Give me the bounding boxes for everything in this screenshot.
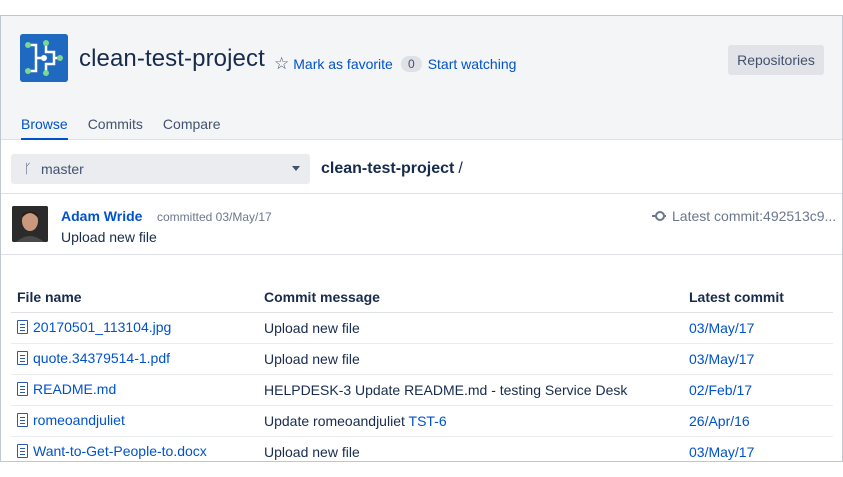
- tab-browse[interactable]: Browse: [21, 116, 68, 140]
- start-watching-label: Start watching: [427, 56, 517, 72]
- commit-date-link[interactable]: 26/Apr/16: [689, 413, 750, 429]
- date-cell: 03/May/17: [683, 343, 833, 375]
- file-cell: README.md: [11, 374, 258, 406]
- date-cell: 26/Apr/16: [683, 405, 833, 437]
- file-name: Want-to-Get-People-to.docx: [33, 442, 207, 459]
- divider: [1, 193, 842, 194]
- avatar[interactable]: [12, 206, 48, 242]
- commit-date: committed 03/May/17: [157, 210, 272, 224]
- commit-message-text: Upload new file: [264, 443, 360, 460]
- message-cell: HELPDESK-3 Update README.md - testing Se…: [258, 374, 683, 406]
- commit-message-text: Upload new file: [264, 319, 360, 336]
- file-icon: [17, 319, 28, 334]
- commit-author[interactable]: Adam Wride: [61, 208, 142, 224]
- tab-commits[interactable]: Commits: [88, 116, 143, 140]
- table-row: quote.34379514-1.pdf Upload new file 03/…: [11, 343, 833, 375]
- file-cell: 20170501_113104.jpg: [11, 312, 258, 344]
- mark-favorite-link[interactable]: ☆ Mark as favorite: [274, 54, 393, 73]
- project-title: clean-test-project: [79, 45, 265, 72]
- file-name: romeoandjuliet: [33, 411, 125, 428]
- commit-date-link[interactable]: 03/May/17: [689, 444, 754, 460]
- commit-date-link[interactable]: 03/May/17: [689, 320, 754, 336]
- repository-panel: clean-test-project ☆ Mark as favorite 0 …: [0, 15, 843, 462]
- file-link[interactable]: Want-to-Get-People-to.docx: [17, 443, 207, 459]
- branch-icon: ᚴ: [24, 161, 32, 176]
- start-watching-link[interactable]: 0 Start watching: [401, 56, 516, 72]
- commit-message: Upload new file: [61, 229, 157, 245]
- file-link[interactable]: quote.34379514-1.pdf: [17, 350, 170, 366]
- breadcrumb: clean-test-project /: [321, 160, 463, 178]
- chevron-down-icon: [292, 166, 300, 171]
- issue-link[interactable]: TST-6: [409, 413, 447, 429]
- repo-tabs: Browse Commits Compare: [21, 116, 241, 140]
- watch-count-badge: 0: [401, 56, 422, 72]
- circuit-logo-icon: [20, 34, 68, 82]
- mark-favorite-label: Mark as favorite: [293, 56, 393, 72]
- tab-compare[interactable]: Compare: [163, 116, 221, 140]
- file-name: README.md: [33, 380, 117, 397]
- breadcrumb-repo[interactable]: clean-test-project: [321, 160, 454, 177]
- commit-message-text: Upload new file: [264, 350, 360, 367]
- table-row: romeoandjuliet Update romeoandjuliet TST…: [11, 405, 833, 437]
- file-link[interactable]: romeoandjuliet: [17, 412, 125, 428]
- file-icon: [17, 443, 28, 458]
- user-avatar-icon: [12, 206, 48, 242]
- commit-message-text: Update romeoandjuliet: [264, 412, 405, 429]
- files-table: File name Commit message Latest commit 2…: [11, 282, 833, 467]
- date-cell: 02/Feb/17: [683, 374, 833, 406]
- divider: [1, 254, 842, 255]
- latest-commit-label: Latest commit:492513c9...: [672, 208, 837, 224]
- commit-icon: [652, 211, 666, 221]
- date-cell: 03/May/17: [683, 312, 833, 344]
- file-icon: [17, 412, 28, 427]
- column-header-commit-message: Commit message: [258, 282, 683, 313]
- branch-name: master: [41, 161, 84, 177]
- commit-date-link[interactable]: 02/Feb/17: [689, 382, 752, 398]
- message-cell: Upload new file: [258, 436, 683, 467]
- star-icon: ☆: [274, 54, 290, 73]
- file-cell: quote.34379514-1.pdf: [11, 343, 258, 375]
- table-row: Want-to-Get-People-to.docx Upload new fi…: [11, 436, 833, 467]
- commit-message-text: HELPDESK-3 Update README.md - testing Se…: [264, 381, 628, 398]
- message-cell: Upload new file: [258, 343, 683, 375]
- file-name: quote.34379514-1.pdf: [33, 349, 171, 366]
- column-header-file-name: File name: [11, 282, 258, 313]
- branch-selector[interactable]: ᚴ master: [11, 154, 310, 184]
- file-link[interactable]: README.md: [17, 381, 116, 397]
- file-cell: Want-to-Get-People-to.docx: [11, 436, 258, 467]
- file-link[interactable]: 20170501_113104.jpg: [17, 319, 171, 335]
- file-icon: [17, 381, 28, 396]
- date-cell: 03/May/17: [683, 436, 833, 467]
- commit-date-link[interactable]: 03/May/17: [689, 351, 754, 367]
- file-cell: romeoandjuliet: [11, 405, 258, 437]
- table-row: README.md HELPDESK-3 Update README.md - …: [11, 374, 833, 406]
- message-cell: Upload new file: [258, 312, 683, 344]
- breadcrumb-separator: /: [458, 160, 463, 177]
- repositories-button[interactable]: Repositories: [728, 45, 824, 75]
- column-header-latest-commit: Latest commit: [683, 282, 833, 313]
- project-logo[interactable]: [20, 34, 68, 82]
- latest-commit-link[interactable]: Latest commit:492513c9...: [652, 208, 836, 224]
- file-icon: [17, 350, 28, 365]
- file-name: 20170501_113104.jpg: [33, 318, 172, 335]
- table-row: 20170501_113104.jpg Upload new file 03/M…: [11, 312, 833, 344]
- message-cell: Update romeoandjuliet TST-6: [258, 405, 683, 437]
- table-header-row: File name Commit message Latest commit: [11, 282, 833, 313]
- project-header: clean-test-project ☆ Mark as favorite 0 …: [1, 16, 842, 140]
